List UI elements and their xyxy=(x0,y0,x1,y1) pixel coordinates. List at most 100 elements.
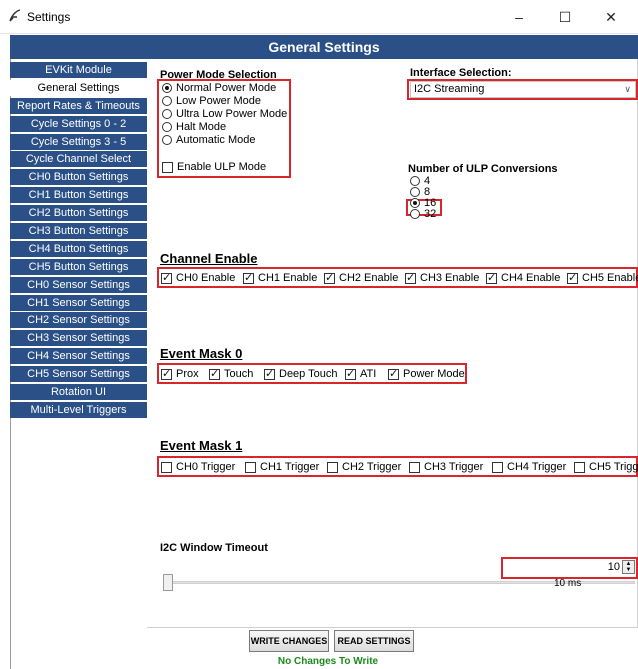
sidebar-item-ch2-button-settings[interactable]: CH2 Button Settings xyxy=(10,205,147,222)
ulp-conversion-option[interactable]: 16 xyxy=(410,197,436,209)
checkbox-box[interactable] xyxy=(345,367,356,380)
checkbox-box[interactable] xyxy=(388,367,399,380)
sidebar-item-multi-level-triggers[interactable]: Multi-Level Triggers xyxy=(10,401,147,418)
event-mask-0-checkbox[interactable]: Touch xyxy=(209,367,253,381)
power-mode-option[interactable]: Ultra Low Power Mode xyxy=(162,108,287,120)
power-mode-option-label: Low Power Mode xyxy=(176,95,261,107)
sidebar-item-general-settings[interactable]: General Settings xyxy=(10,79,147,96)
event-mask-1-checkbox[interactable]: CH3 Trigger xyxy=(409,460,483,474)
power-mode-option-label: Halt Mode xyxy=(176,121,227,133)
sidebar-item-cycle-settings-3-5[interactable]: Cycle Settings 3 - 5 xyxy=(10,133,147,150)
sidebar-item-ch0-sensor-settings[interactable]: CH0 Sensor Settings xyxy=(10,276,147,293)
sidebar-item-cycle-channel-select[interactable]: Cycle Channel Select xyxy=(10,151,147,168)
ulp-conversion-option[interactable]: 4 xyxy=(410,175,430,187)
power-mode-option[interactable]: Halt Mode xyxy=(162,121,226,133)
channel-enable-checkbox[interactable]: CH0 Enable xyxy=(161,271,235,285)
ulp-conversion-option[interactable]: 32 xyxy=(410,208,436,220)
sidebar-item-ch4-button-settings[interactable]: CH4 Button Settings xyxy=(10,240,147,257)
channel-enable-label: CH1 Enable xyxy=(258,272,318,284)
sidebar-item-cycle-settings-0-2[interactable]: Cycle Settings 0 - 2 xyxy=(10,115,147,132)
power-mode-option[interactable]: Automatic Mode xyxy=(162,134,255,146)
checkbox-box[interactable] xyxy=(327,461,338,473)
event-mask-1-checkbox[interactable]: CH2 Trigger xyxy=(327,460,401,474)
radio-button[interactable] xyxy=(410,186,420,197)
spin-arrows-icon[interactable]: ▲ ▼ xyxy=(622,560,635,574)
checkbox-box[interactable] xyxy=(409,461,420,473)
radio-button[interactable] xyxy=(162,83,172,93)
i2c-timeout-slider-thumb[interactable] xyxy=(163,574,173,591)
event-mask-1-checkbox[interactable]: CH0 Trigger xyxy=(161,460,235,474)
power-mode-option[interactable]: Low Power Mode xyxy=(162,95,261,107)
sidebar-item-ch1-button-settings[interactable]: CH1 Button Settings xyxy=(10,187,147,204)
enable-ulp-box[interactable] xyxy=(162,161,173,173)
checkbox-box[interactable] xyxy=(567,271,578,284)
i2c-timeout-spinner[interactable]: 10 ▲ ▼ xyxy=(503,559,636,577)
radio-button[interactable] xyxy=(410,197,420,208)
sidebar-nav: EVKit Module General Settings Report Rates… xyxy=(10,62,147,420)
sidebar-item-ch5-sensor-settings[interactable]: CH5 Sensor Settings xyxy=(10,366,147,383)
checkbox-box[interactable] xyxy=(209,367,220,380)
write-changes-button[interactable]: WRITE CHANGES xyxy=(249,630,329,652)
event-mask-0-checkbox[interactable]: ATI xyxy=(345,367,376,381)
checkbox-box[interactable] xyxy=(574,461,585,473)
event-mask-1-label: CH4 Trigger xyxy=(507,461,567,473)
radio-button[interactable] xyxy=(162,122,172,132)
event-mask-0-checkbox[interactable]: Prox xyxy=(161,367,199,381)
close-button[interactable]: ✕ xyxy=(588,0,634,34)
sidebar-item-ch3-sensor-settings[interactable]: CH3 Sensor Settings xyxy=(10,330,147,347)
channel-enable-checkbox[interactable]: CH2 Enable xyxy=(324,271,398,285)
channel-enable-label: CH0 Enable xyxy=(176,272,236,284)
event-mask-1-checkbox[interactable]: CH4 Trigger xyxy=(492,460,566,474)
sidebar-item-report-rates-timeouts[interactable]: Report Rates & Timeouts xyxy=(10,97,147,114)
event-mask-0-checkbox[interactable]: Deep Touch xyxy=(264,367,338,381)
checkbox-box[interactable] xyxy=(492,461,503,473)
checkbox-box[interactable] xyxy=(324,271,335,284)
event-mask-1-checkbox[interactable]: CH5 Trigg xyxy=(574,460,638,474)
event-mask-1-label: CH5 Trigg xyxy=(589,461,638,473)
event-mask-1-label: CH2 Trigger xyxy=(342,461,402,473)
sidebar-item-rotation-ui[interactable]: Rotation UI xyxy=(10,384,147,401)
checkbox-box[interactable] xyxy=(161,461,172,473)
power-mode-option-label: Normal Power Mode xyxy=(176,82,277,94)
sidebar-item-ch1-sensor-settings[interactable]: CH1 Sensor Settings xyxy=(10,294,147,311)
sidebar-item-ch2-sensor-settings[interactable]: CH2 Sensor Settings xyxy=(10,312,147,329)
ulp-conversion-option[interactable]: 8 xyxy=(410,186,430,198)
checkbox-box[interactable] xyxy=(486,271,497,284)
sidebar-item-ch4-sensor-settings[interactable]: CH4 Sensor Settings xyxy=(10,348,147,365)
checkbox-box[interactable] xyxy=(245,461,256,473)
event-mask-0-checkbox[interactable]: Power Mode xyxy=(388,367,465,381)
radio-button[interactable] xyxy=(410,175,420,186)
interface-select[interactable]: I2C Streaming ∨ xyxy=(410,81,636,98)
feather-icon xyxy=(9,9,21,22)
enable-ulp-checkbox[interactable]: Enable ULP Mode xyxy=(162,160,266,174)
channel-enable-checkbox[interactable]: CH1 Enable xyxy=(243,271,317,285)
ulp-conversions-title: Number of ULP Conversions xyxy=(408,163,558,175)
sidebar-item-ch3-button-settings[interactable]: CH3 Button Settings xyxy=(10,223,147,240)
radio-button[interactable] xyxy=(162,96,172,106)
page-title: General Settings xyxy=(10,35,638,59)
maximize-button[interactable]: ☐ xyxy=(542,0,588,34)
channel-enable-checkbox[interactable]: CH4 Enable xyxy=(486,271,560,285)
radio-button[interactable] xyxy=(162,135,172,145)
checkbox-box[interactable] xyxy=(161,271,172,284)
checkbox-box[interactable] xyxy=(264,367,275,380)
i2c-timeout-title: I2C Window Timeout xyxy=(160,542,268,554)
channel-enable-label: CH3 Enable xyxy=(420,272,480,284)
window-title: Settings xyxy=(27,10,71,24)
event-mask-1-checkbox[interactable]: CH1 Trigger xyxy=(245,460,319,474)
sidebar-item-evkit-module[interactable]: EVKit Module xyxy=(10,62,147,78)
checkbox-box[interactable] xyxy=(161,367,172,380)
channel-enable-label: CH4 Enable xyxy=(501,272,561,284)
channel-enable-checkbox[interactable]: CH5 Enable xyxy=(567,271,638,285)
minimize-button[interactable]: – xyxy=(496,0,542,34)
channel-enable-checkbox[interactable]: CH3 Enable xyxy=(405,271,479,285)
read-settings-button[interactable]: READ SETTINGS xyxy=(334,630,414,652)
sidebar-item-ch5-button-settings[interactable]: CH5 Button Settings xyxy=(10,258,147,275)
radio-button[interactable] xyxy=(162,109,172,119)
checkbox-box[interactable] xyxy=(243,271,254,284)
power-mode-option[interactable]: Normal Power Mode xyxy=(162,82,276,94)
radio-button[interactable] xyxy=(410,208,420,219)
checkbox-box[interactable] xyxy=(405,271,416,284)
sidebar-item-ch0-button-settings[interactable]: CH0 Button Settings xyxy=(10,169,147,186)
event-mask-0-title: Event Mask 0 xyxy=(160,346,243,361)
